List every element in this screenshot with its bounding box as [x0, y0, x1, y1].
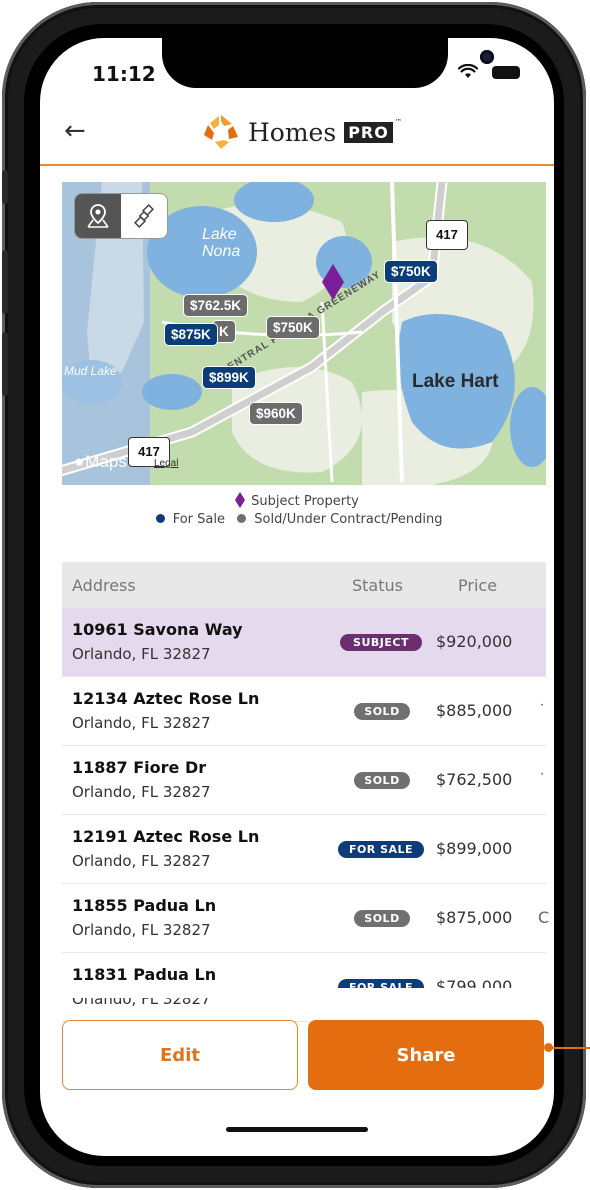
status-time: 11:12: [92, 62, 156, 86]
volume-down-button: [2, 332, 8, 396]
map-price-pin[interactable]: $762.5K: [183, 294, 249, 317]
address-line-1: 11887 Fiore Dr: [72, 758, 207, 777]
map-price-pin[interactable]: $899K: [202, 366, 256, 389]
lake-hart-label: Lake Hart: [412, 371, 499, 392]
brand-name: Homes: [248, 117, 337, 147]
price-value: $875,000: [436, 908, 513, 927]
address-line-2: Orlando, FL 32827: [72, 714, 211, 732]
map-type-toggle[interactable]: [74, 193, 168, 239]
arrow-left-icon[interactable]: ←: [64, 116, 86, 146]
price-value: $762,500: [436, 770, 513, 789]
brand-badge: PRO: [344, 121, 393, 143]
legend-subject: Subject Property: [40, 492, 554, 509]
subject-property-pin-icon[interactable]: [322, 264, 344, 300]
address-line-1: 11855 Padua Ln: [72, 896, 217, 915]
address-line-1: 10961 Savona Way: [72, 620, 243, 639]
address-line-2: Orlando, FL 32827: [72, 645, 211, 663]
mud-lake-label: Mud Lake: [64, 364, 117, 378]
apple-logo-icon: ●: [74, 452, 85, 471]
apple-maps-attribution: ● Maps: [74, 452, 127, 472]
address-line-1: 12134 Aztec Rose Ln: [72, 689, 260, 708]
legend-status: For Sale Sold/Under Contract/Pending: [40, 512, 554, 527]
address-line-1: 11831 Padua Ln: [72, 965, 217, 984]
column-header-price: Price: [458, 576, 498, 595]
column-header-status: Status: [352, 576, 403, 595]
map-standard-button[interactable]: [75, 194, 121, 238]
address-line-1: 12191 Aztec Rose Ln: [72, 827, 260, 846]
trademark-mark: ™: [394, 118, 402, 126]
status-badge: FOR SALE: [338, 841, 424, 858]
address-line-2: Orlando, FL 32827: [72, 783, 211, 801]
callout-line: [552, 1047, 590, 1049]
satellite-icon: [133, 204, 155, 228]
status-bar: 11:12: [40, 38, 554, 108]
homes-pro-logo: Homes PRO ™: [202, 112, 402, 152]
table-row[interactable]: 11887 Fiore Dr Orlando, FL 32827 SOLD $7…: [62, 746, 546, 815]
edit-button[interactable]: Edit: [62, 1020, 298, 1090]
screen: 11:12 ← Homes PRO ™ Lake Nona Mud Lake L…: [40, 38, 554, 1156]
battery-icon: [492, 66, 520, 79]
share-button[interactable]: Share: [308, 1020, 544, 1090]
wifi-icon: [458, 64, 478, 78]
map-price-pin[interactable]: $750K: [384, 260, 438, 283]
subject-diamond-icon: [235, 492, 246, 508]
status-badge: SUBJECT: [340, 634, 422, 651]
table-row[interactable]: 11855 Padua Ln Orlando, FL 32827 SOLD $8…: [62, 884, 550, 953]
map-pin-icon: [87, 204, 109, 228]
table-row[interactable]: 10961 Savona Way Orlando, FL 32827 SUBJE…: [62, 608, 546, 677]
price-value: $885,000: [436, 701, 513, 720]
clipped-column-text: ˙: [538, 701, 546, 720]
legend-subject-label: Subject Property: [251, 494, 359, 509]
clipped-column-text: C: [538, 908, 550, 927]
mute-switch: [2, 170, 8, 204]
map-legal-link[interactable]: Legal: [154, 458, 178, 469]
list-bottom-fade: [62, 988, 546, 998]
homes-logo-icon: [204, 115, 238, 149]
maps-wordmark: Maps: [85, 452, 127, 471]
legend-for-sale-label: For Sale: [172, 512, 225, 527]
status-badge: SOLD: [354, 772, 410, 789]
legend-sold-label: Sold/Under Contract/Pending: [254, 512, 443, 527]
route-shield-icon: 417: [426, 220, 468, 250]
table-row[interactable]: 12134 Aztec Rose Ln Orlando, FL 32827 SO…: [62, 677, 546, 746]
comps-table: Address Status Price 10961 Savona Way Or…: [62, 562, 550, 1022]
map-price-pin[interactable]: $875K: [164, 323, 218, 346]
price-value: $899,000: [436, 839, 513, 858]
phone-frame: 11:12 ← Homes PRO ™ Lake Nona Mud Lake L…: [2, 2, 586, 1188]
sold-dot-icon: [237, 514, 247, 523]
clipped-column-text: ˙: [538, 770, 546, 789]
table-row[interactable]: 12191 Aztec Rose Ln Orlando, FL 32827 FO…: [62, 815, 546, 884]
table-header: Address Status Price: [62, 562, 546, 608]
price-value: $920,000: [436, 632, 513, 651]
comps-map[interactable]: Lake Nona Mud Lake Lake Hart CENTRAL FLO…: [62, 182, 546, 485]
app-header: ← Homes PRO ™: [40, 108, 554, 166]
column-header-address: Address: [72, 576, 136, 595]
home-indicator[interactable]: [226, 1127, 368, 1132]
address-line-2: Orlando, FL 32827: [72, 852, 211, 870]
map-price-pin[interactable]: $750K: [266, 316, 320, 339]
for-sale-dot-icon: [155, 514, 165, 523]
status-badge: SOLD: [354, 703, 410, 720]
lake-nona-label: Lake Nona: [202, 226, 241, 260]
status-badge: SOLD: [354, 910, 410, 927]
map-satellite-button[interactable]: [121, 194, 167, 238]
address-line-2: Orlando, FL 32827: [72, 921, 211, 939]
map-price-pin[interactable]: $960K: [249, 402, 303, 425]
volume-up-button: [2, 250, 8, 314]
